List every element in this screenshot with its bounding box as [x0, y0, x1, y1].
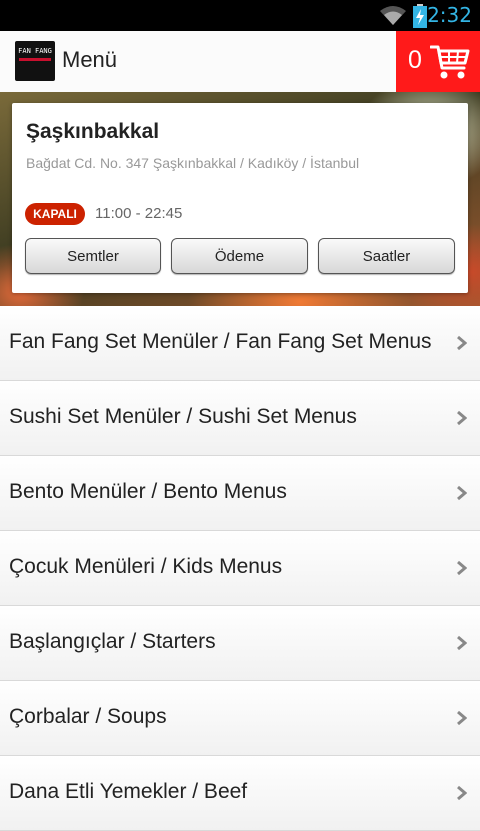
list-item-label: Çocuk Menüleri / Kids Menus: [9, 555, 283, 578]
list-item[interactable]: Çorbalar / Soups: [0, 681, 480, 756]
restaurant-name: Şaşkınbakkal: [26, 120, 160, 143]
chevron-right-icon: [457, 560, 467, 576]
cart-icon: [430, 45, 470, 79]
cart-button[interactable]: 0: [396, 31, 480, 92]
restaurant-info-card: Şaşkınbakkal Bağdat Cd. No. 347 Şaşkınba…: [12, 103, 468, 293]
chevron-right-icon: [457, 485, 467, 501]
logo-text: FAN FANG: [18, 47, 52, 55]
hours-button[interactable]: Saatler: [318, 238, 455, 274]
status-badge: KAPALI: [25, 203, 85, 225]
cart-count: 0: [408, 46, 422, 74]
chevron-right-icon: [457, 410, 467, 426]
list-item-label: Başlangıçlar / Starters: [9, 630, 216, 653]
list-item[interactable]: Başlangıçlar / Starters: [0, 606, 480, 681]
list-item-label: Dana Etli Yemekler / Beef: [9, 780, 248, 803]
list-item-label: Fan Fang Set Menüler / Fan Fang Set Menu…: [9, 330, 432, 353]
payment-button[interactable]: Ödeme: [171, 238, 308, 274]
list-item[interactable]: Sushi Set Menüler / Sushi Set Menus: [0, 381, 480, 456]
app-logo[interactable]: FAN FANG: [15, 41, 55, 81]
list-item[interactable]: Dana Etli Yemekler / Beef: [0, 756, 480, 831]
list-item[interactable]: Bento Menüler / Bento Menus: [0, 456, 480, 531]
chevron-right-icon: [457, 335, 467, 351]
chevron-right-icon: [457, 785, 467, 801]
chevron-right-icon: [457, 710, 467, 726]
restaurant-address: Bağdat Cd. No. 347 Şaşkınbakkal / Kadıkö…: [26, 155, 360, 171]
action-bar: FAN FANG Menü 0: [0, 31, 480, 93]
list-item-label: Sushi Set Menüler / Sushi Set Menus: [9, 405, 357, 428]
clock-time: 2:32: [427, 3, 472, 27]
page-title: Menü: [62, 47, 118, 72]
list-item[interactable]: Fan Fang Set Menüler / Fan Fang Set Menu…: [0, 306, 480, 381]
chevron-right-icon: [457, 635, 467, 651]
list-item-label: Bento Menüler / Bento Menus: [9, 480, 287, 503]
battery-charging-icon: [413, 4, 427, 28]
list-item[interactable]: Çocuk Menüleri / Kids Menus: [0, 531, 480, 606]
districts-button[interactable]: Semtler: [25, 238, 161, 274]
wifi-icon: [380, 6, 406, 25]
logo-stripe: [19, 58, 51, 61]
menu-category-list: Fan Fang Set Menüler / Fan Fang Set Menu…: [0, 306, 480, 831]
list-item-label: Çorbalar / Soups: [9, 705, 167, 728]
opening-hours: 11:00 - 22:45: [95, 205, 183, 222]
status-bar: 2:32: [0, 0, 480, 31]
